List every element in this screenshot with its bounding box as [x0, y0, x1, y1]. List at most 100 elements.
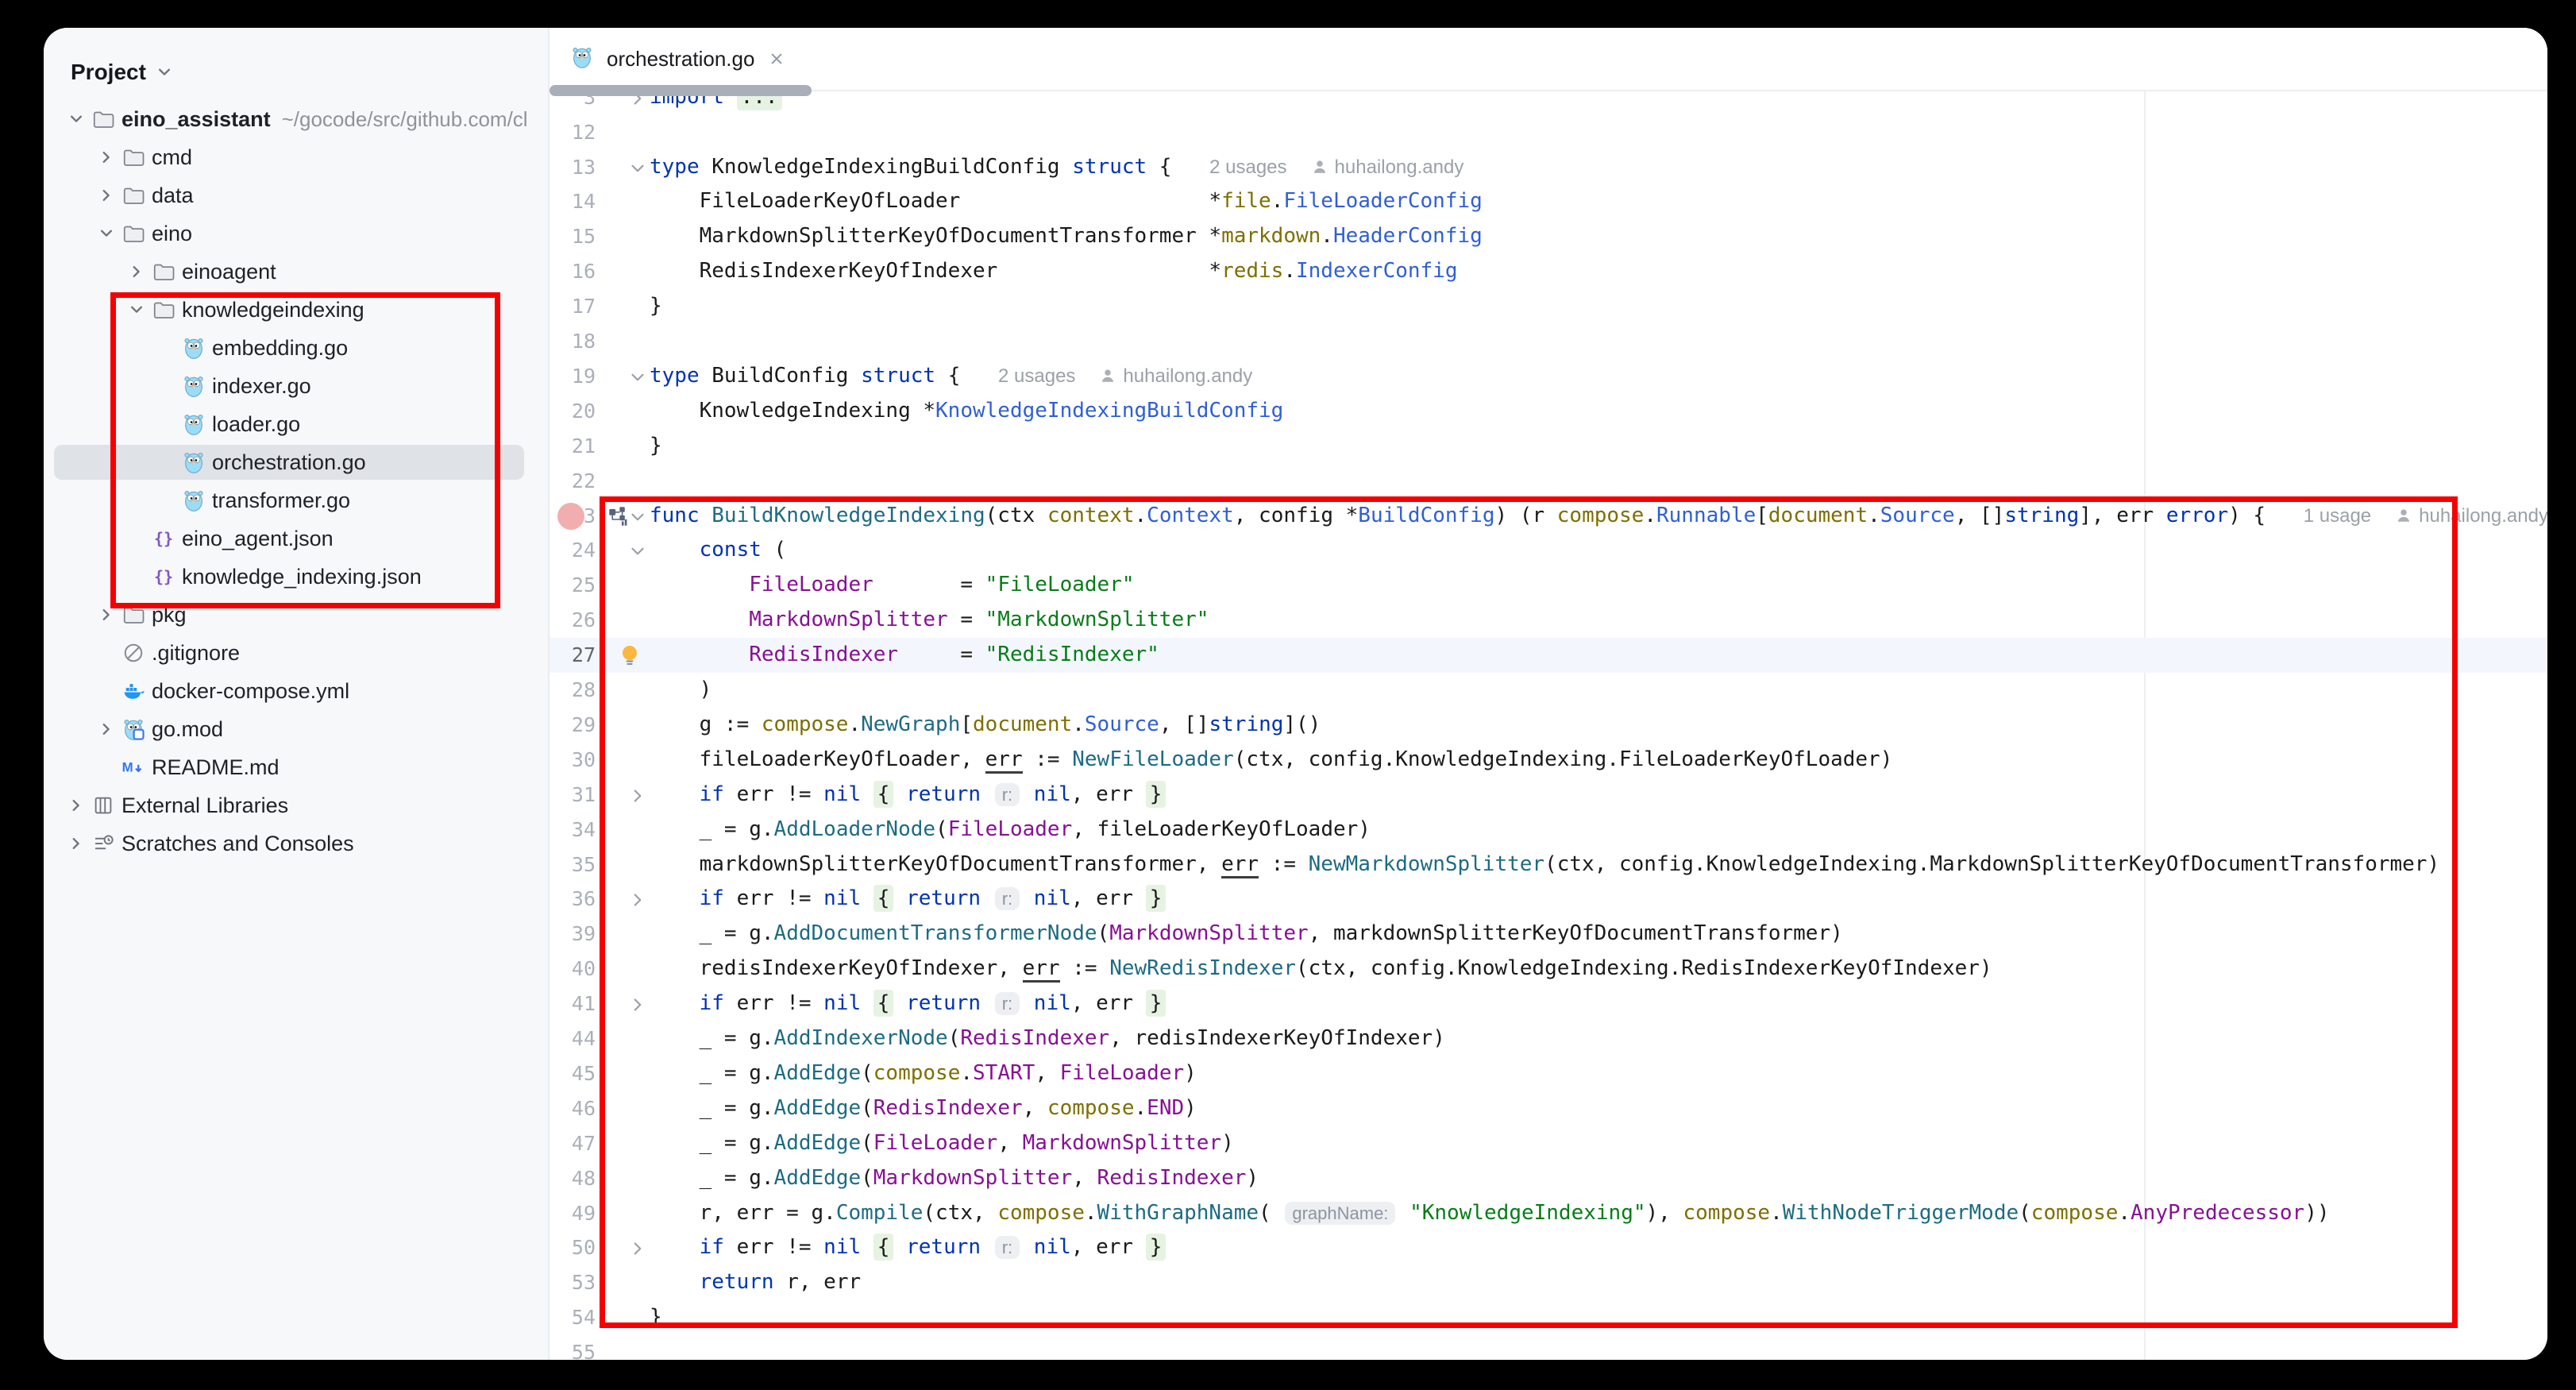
line-number[interactable]: 15 [550, 219, 596, 254]
line-number[interactable]: 41 [550, 987, 596, 1021]
tree-item-cmd[interactable]: cmd [44, 138, 548, 176]
editor-scroll-thumb[interactable] [550, 85, 812, 96]
tree-item-pkg[interactable]: pkg [44, 596, 548, 634]
intention-bulb-icon[interactable] [618, 643, 642, 667]
line-number[interactable]: 35 [550, 848, 596, 882]
line-number[interactable]: 18 [550, 324, 596, 359]
project-tool-header[interactable]: Project [71, 60, 175, 85]
close-icon[interactable] [767, 49, 786, 68]
code-line-50[interactable]: 50 if err != nil { return r: nil, err } [550, 1230, 2547, 1265]
fold-collapsed-icon[interactable] [627, 994, 648, 1015]
line-number[interactable]: 50 [550, 1230, 596, 1265]
usages-hint[interactable]: 2 usages [1209, 156, 1286, 178]
line-number[interactable]: 16 [550, 254, 596, 289]
code-area[interactable]: 3import ...1213type KnowledgeIndexingBui… [550, 91, 2547, 1360]
graph-gutter-icon[interactable] [608, 506, 629, 527]
line-number[interactable]: 34 [550, 813, 596, 848]
code-line-28[interactable]: 28 ) [550, 673, 2547, 708]
code-line-26[interactable]: 26 MarkdownSplitter = "MarkdownSplitter" [550, 603, 2547, 638]
fold-collapsed-icon[interactable] [627, 890, 648, 910]
code-line-12[interactable]: 12 [550, 115, 2547, 150]
code-line-21[interactable]: 21} [550, 429, 2547, 464]
line-number[interactable]: 53 [550, 1265, 596, 1300]
line-number[interactable]: 24 [550, 533, 596, 568]
line-number[interactable]: 19 [550, 359, 596, 394]
line-number[interactable]: 49 [550, 1196, 596, 1231]
code-line-22[interactable]: 22 [550, 464, 2547, 499]
usages-hint[interactable]: 1 usage [2304, 505, 2371, 527]
line-number[interactable]: 13 [550, 150, 596, 185]
tree-item-eino[interactable]: eino [44, 214, 548, 253]
tab-orchestration-go[interactable]: orchestration.go [550, 28, 807, 90]
fold-expanded-icon[interactable] [627, 158, 648, 179]
code-line-18[interactable]: 18 [550, 324, 2547, 359]
line-number[interactable]: 54 [550, 1300, 596, 1335]
line-number[interactable]: 27 [550, 638, 596, 673]
tree-item--gitignore[interactable]: .gitignore [44, 634, 548, 672]
fold-expanded-icon[interactable] [627, 367, 648, 388]
line-number[interactable]: 46 [550, 1091, 596, 1126]
tree-item-loader-go[interactable]: loader.go [44, 405, 548, 443]
tree-item-knowledge-indexing-json[interactable]: {}knowledge_indexing.json [44, 558, 548, 596]
code-line-49[interactable]: 49 r, err = g.Compile(ctx, compose.WithG… [550, 1196, 2547, 1231]
line-number[interactable]: 44 [550, 1021, 596, 1056]
line-number[interactable]: 45 [550, 1056, 596, 1091]
tree-item-scratches-and-consoles[interactable]: Scratches and Consoles [44, 824, 548, 863]
code-line-19[interactable]: 19type BuildConfig struct { 2 usageshuha… [550, 359, 2547, 394]
tree-item-eino-agent-json[interactable]: {}eino_agent.json [44, 519, 548, 558]
code-line-29[interactable]: 29 g := compose.NewGraph[document.Source… [550, 708, 2547, 743]
code-line-54[interactable]: 54} [550, 1300, 2547, 1335]
code-line-15[interactable]: 15 MarkdownSplitterKeyOfDocumentTransfor… [550, 219, 2547, 254]
line-number[interactable]: 28 [550, 673, 596, 708]
tree-item-transformer-go[interactable]: transformer.go [44, 481, 548, 519]
line-number[interactable]: 21 [550, 429, 596, 464]
line-number[interactable]: 40 [550, 952, 596, 987]
line-number[interactable]: 12 [550, 115, 596, 150]
code-line-17[interactable]: 17} [550, 289, 2547, 324]
code-line-16[interactable]: 16 RedisIndexerKeyOfIndexer *redis.Index… [550, 254, 2547, 289]
tree-item-eino-assistant[interactable]: eino_assistant~/gocode/src/github.com/cl [44, 100, 548, 138]
tree-item-docker-compose-yml[interactable]: docker-compose.yml [44, 672, 548, 710]
line-number[interactable]: 30 [550, 743, 596, 778]
line-number[interactable]: 55 [550, 1335, 596, 1360]
code-line-3[interactable]: 3import ... [550, 91, 2547, 115]
code-line-46[interactable]: 46 _ = g.AddEdge(RedisIndexer, compose.E… [550, 1091, 2547, 1126]
code-line-55[interactable]: 55 [550, 1335, 2547, 1360]
usages-hint[interactable]: 2 usages [998, 365, 1075, 387]
tree-item-einoagent[interactable]: einoagent [44, 253, 548, 291]
code-line-36[interactable]: 36 if err != nil { return r: nil, err } [550, 882, 2547, 917]
code-line-34[interactable]: 34 _ = g.AddLoaderNode(FileLoader, fileL… [550, 813, 2547, 848]
fold-collapsed-icon[interactable] [627, 786, 648, 806]
tree-item-embedding-go[interactable]: embedding.go [44, 329, 548, 367]
fold-expanded-icon[interactable] [627, 507, 648, 527]
code-line-27[interactable]: 27 RedisIndexer = "RedisIndexer" [550, 638, 2547, 673]
tree-item-knowledgeindexing[interactable]: knowledgeindexing [44, 291, 548, 329]
tree-item-readme-md[interactable]: MREADME.md [44, 748, 548, 786]
code-line-30[interactable]: 30 fileLoaderKeyOfLoader, err := NewFile… [550, 743, 2547, 778]
line-number[interactable]: 36 [550, 882, 596, 917]
code-line-45[interactable]: 45 _ = g.AddEdge(compose.START, FileLoad… [550, 1056, 2547, 1091]
tree-item-external-libraries[interactable]: External Libraries [44, 786, 548, 824]
fold-expanded-icon[interactable] [627, 541, 648, 562]
code-line-31[interactable]: 31 if err != nil { return r: nil, err } [550, 778, 2547, 813]
line-number[interactable]: 29 [550, 708, 596, 743]
code-line-47[interactable]: 47 _ = g.AddEdge(FileLoader, MarkdownSpl… [550, 1126, 2547, 1161]
code-line-40[interactable]: 40 redisIndexerKeyOfIndexer, err := NewR… [550, 952, 2547, 987]
fold-collapsed-icon[interactable] [627, 1238, 648, 1259]
code-line-41[interactable]: 41 if err != nil { return r: nil, err } [550, 987, 2547, 1021]
code-line-44[interactable]: 44 _ = g.AddIndexerNode(RedisIndexer, re… [550, 1021, 2547, 1056]
tree-item-go-mod[interactable]: go.mod [44, 710, 548, 748]
code-line-48[interactable]: 48 _ = g.AddEdge(MarkdownSplitter, Redis… [550, 1161, 2547, 1196]
breakpoint-dot[interactable] [557, 503, 584, 530]
tree-item-data[interactable]: data [44, 176, 548, 214]
line-number[interactable]: 48 [550, 1161, 596, 1196]
line-number[interactable]: 17 [550, 289, 596, 324]
line-number[interactable]: 47 [550, 1126, 596, 1161]
line-number[interactable]: 14 [550, 184, 596, 219]
line-number[interactable]: 20 [550, 394, 596, 429]
code-line-25[interactable]: 25 FileLoader = "FileLoader" [550, 568, 2547, 603]
code-line-39[interactable]: 39 _ = g.AddDocumentTransformerNode(Mark… [550, 917, 2547, 952]
code-line-14[interactable]: 14 FileLoaderKeyOfLoader *file.FileLoade… [550, 184, 2547, 219]
code-line-35[interactable]: 35 markdownSplitterKeyOfDocumentTransfor… [550, 848, 2547, 882]
code-line-53[interactable]: 53 return r, err [550, 1265, 2547, 1300]
